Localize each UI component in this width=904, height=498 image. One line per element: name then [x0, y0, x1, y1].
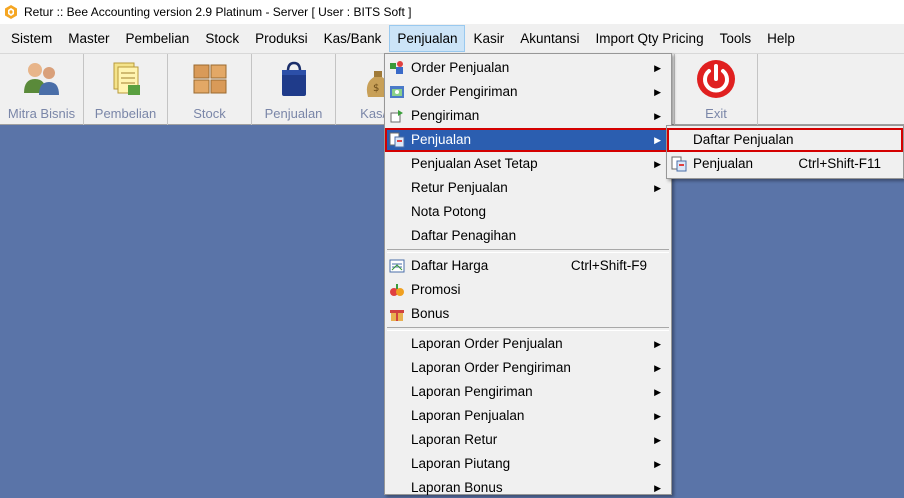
menu-item-laporan-order-pengiriman[interactable]: Laporan Order Pengiriman ▶ — [385, 356, 671, 380]
penjualan-dropdown-menu: Order Penjualan ▶ Order Pengiriman ▶ Pen… — [384, 53, 672, 495]
menu-item-pengiriman[interactable]: Pengiriman ▶ — [385, 104, 671, 128]
toolbar-exit-button[interactable]: Exit — [674, 54, 758, 125]
submenu-arrow-icon: ▶ — [654, 159, 661, 169]
power-icon — [697, 60, 735, 98]
sales-order-icon — [390, 61, 403, 74]
submenu-arrow-icon: ▶ — [654, 135, 661, 145]
window-title: Retur :: Bee Accounting version 2.9 Plat… — [24, 5, 412, 19]
title-bar: Retur :: Bee Accounting version 2.9 Plat… — [0, 0, 904, 24]
submenu-arrow-icon: ▶ — [654, 87, 661, 97]
bonus-gift-icon — [390, 310, 404, 321]
menu-item-order-pengiriman[interactable]: Order Pengiriman ▶ — [385, 80, 671, 104]
price-list-icon — [389, 259, 405, 273]
submenu-arrow-icon: ▶ — [654, 363, 661, 373]
shortcut-label: Ctrl+Shift-F9 — [570, 258, 647, 273]
submenu-item-penjualan[interactable]: Penjualan Ctrl+Shift-F11 — [667, 152, 903, 176]
menu-item-bonus[interactable]: Bonus — [385, 302, 671, 326]
shopping-bag-icon — [281, 61, 306, 96]
sales-document-icon — [389, 132, 405, 148]
menu-bar: Sistem Master Pembelian Stock Produksi K… — [0, 24, 904, 53]
bee-logo-icon — [5, 5, 17, 19]
submenu-arrow-icon: ▶ — [654, 483, 661, 493]
submenu-arrow-icon: ▶ — [654, 387, 661, 397]
menu-item-order-penjualan[interactable]: Order Penjualan ▶ — [385, 56, 671, 80]
purchase-documents-icon — [113, 62, 140, 95]
menu-akuntansi[interactable]: Akuntansi — [512, 25, 587, 52]
shipping-icon — [390, 110, 403, 123]
menu-pembelian[interactable]: Pembelian — [118, 25, 198, 52]
menu-stock[interactable]: Stock — [197, 25, 247, 52]
submenu-arrow-icon: ▶ — [654, 111, 661, 121]
submenu-arrow-icon: ▶ — [654, 339, 661, 349]
sales-document-icon — [671, 156, 687, 172]
submenu-arrow-icon: ▶ — [654, 411, 661, 421]
toolbar-pembelian-button[interactable]: Pembelian — [84, 54, 168, 125]
menu-import-qty-pricing[interactable]: Import Qty Pricing — [588, 25, 712, 52]
menu-separator — [387, 249, 669, 253]
menu-help[interactable]: Help — [759, 25, 803, 52]
toolbar-label: Mitra Bisnis — [7, 106, 76, 121]
menu-tools[interactable]: Tools — [712, 25, 760, 52]
submenu-arrow-icon: ▶ — [654, 63, 661, 73]
delivery-order-icon — [390, 86, 404, 98]
submenu-arrow-icon: ▶ — [654, 183, 661, 193]
submenu-arrow-icon: ▶ — [654, 459, 661, 469]
menu-item-penjualan[interactable]: Penjualan ▶ — [385, 128, 671, 152]
toolbar-stock-button[interactable]: Stock — [168, 54, 252, 125]
menu-item-laporan-retur[interactable]: Laporan Retur ▶ — [385, 428, 671, 452]
toolbar-label: Exit — [705, 106, 727, 121]
menu-kasir[interactable]: Kasir — [465, 25, 512, 52]
toolbar-penjualan-button[interactable]: Penjualan — [252, 54, 336, 125]
submenu-item-daftar-penjualan[interactable]: Daftar Penjualan — [667, 128, 903, 152]
menu-item-daftar-penagihan[interactable]: Daftar Penagihan — [385, 224, 671, 248]
menu-item-nota-potong[interactable]: Nota Potong — [385, 200, 671, 224]
menu-separator — [387, 327, 669, 331]
menu-item-laporan-bonus[interactable]: Laporan Bonus ▶ — [385, 476, 671, 498]
menu-penjualan[interactable]: Penjualan — [389, 25, 466, 52]
menu-item-laporan-order-penjualan[interactable]: Laporan Order Penjualan ▶ — [385, 332, 671, 356]
menu-item-promosi[interactable]: Promosi — [385, 278, 671, 302]
shortcut-label: Ctrl+Shift-F11 — [798, 156, 881, 171]
business-partners-icon — [23, 63, 59, 95]
submenu-arrow-icon: ▶ — [654, 435, 661, 445]
menu-item-penjualan-aset-tetap[interactable]: Penjualan Aset Tetap ▶ — [385, 152, 671, 176]
toolbar-label: Pembelian — [94, 106, 157, 121]
penjualan-submenu: Daftar Penjualan Penjualan Ctrl+Shift-F1… — [666, 125, 904, 179]
toolbar-mitra-bisnis-button[interactable]: Mitra Bisnis — [0, 54, 84, 125]
menu-item-laporan-pengiriman[interactable]: Laporan Pengiriman ▶ — [385, 380, 671, 404]
menu-master[interactable]: Master — [60, 25, 117, 52]
menu-kas-bank[interactable]: Kas/Bank — [316, 25, 390, 52]
svg-text:$: $ — [373, 83, 379, 94]
menu-item-retur-penjualan[interactable]: Retur Penjualan ▶ — [385, 176, 671, 200]
toolbar-label: Stock — [193, 106, 226, 121]
promotion-icon — [390, 284, 404, 296]
menu-sistem[interactable]: Sistem — [3, 25, 60, 52]
menu-item-laporan-penjualan[interactable]: Laporan Penjualan ▶ — [385, 404, 671, 428]
menu-produksi[interactable]: Produksi — [247, 25, 316, 52]
menu-item-laporan-piutang[interactable]: Laporan Piutang ▶ — [385, 452, 671, 476]
stock-boxes-icon — [193, 64, 226, 94]
menu-item-daftar-harga[interactable]: Daftar Harga Ctrl+Shift-F9 — [385, 254, 671, 278]
toolbar-label: Penjualan — [264, 106, 323, 121]
